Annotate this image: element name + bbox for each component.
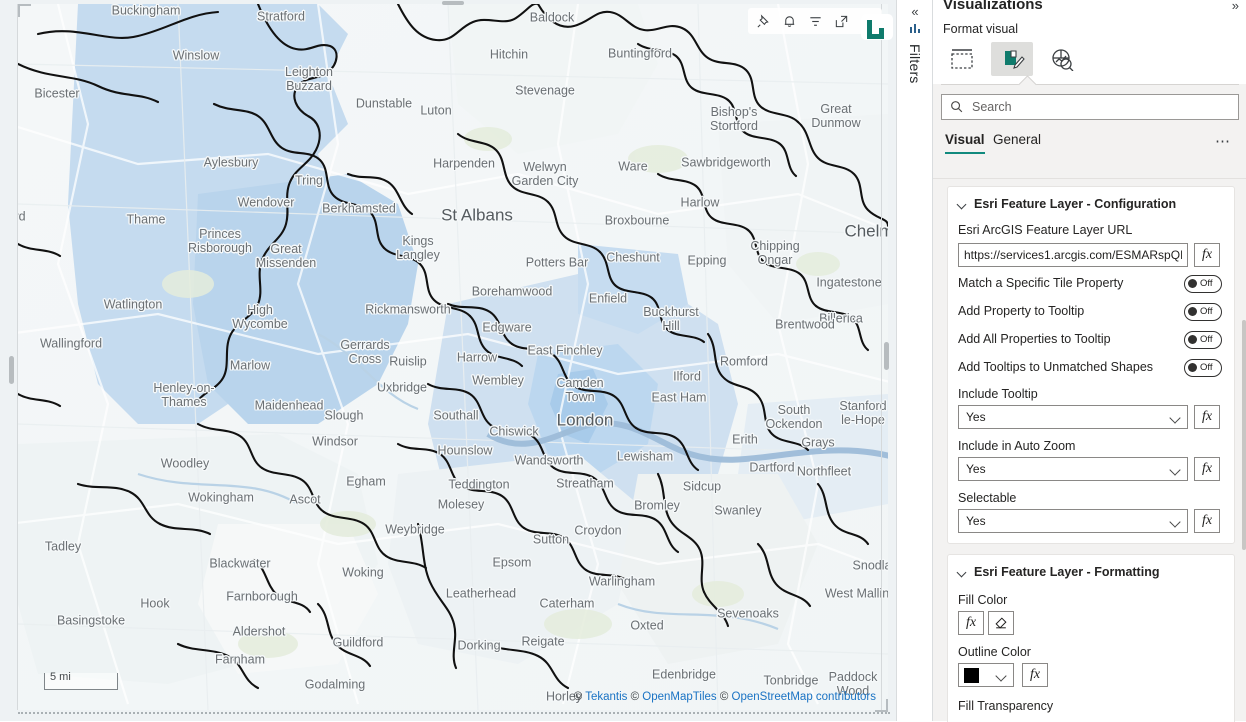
card-esri-configuration-header[interactable]: Esri Feature Layer - Configuration (958, 197, 1176, 211)
label-add-tooltips-to-unmatched-shapes: Add Tooltips to Unmatched Shapes (958, 360, 1153, 374)
analytics-icon[interactable] (1041, 42, 1083, 76)
chevron-down-icon (958, 200, 967, 209)
map-scale-label: 5 mi (50, 671, 71, 683)
map-visual-container[interactable]: BuckinghamStratfordBaldockWinslowHitchin… (0, 0, 896, 721)
toggle-state-label: Off (1200, 360, 1213, 375)
attribution-link-openstreetmap[interactable]: OpenStreetMap contributors (732, 691, 876, 703)
alert-bell-icon[interactable] (776, 8, 802, 34)
include-tooltip-fx-button[interactable]: fx (1194, 405, 1220, 429)
label-include-in-auto-zoom: Include in Auto Zoom (958, 439, 1075, 453)
filter-bars-icon (908, 22, 922, 36)
toggle-add-tooltips-to-unmatched-shapes[interactable]: Off (1184, 359, 1222, 377)
include-in-auto-zoom-fx-button[interactable]: fx (1194, 457, 1220, 481)
select-include-tooltip-value: Yes (966, 410, 986, 424)
fill-color-fx-button[interactable]: fx (958, 611, 984, 635)
filters-pane-label: Filters (907, 44, 923, 84)
map-scale-bar: 5 mi (44, 673, 118, 690)
search-input[interactable] (941, 94, 1239, 120)
chevron-down-icon (1169, 412, 1180, 423)
tab-visual[interactable]: Visual (945, 132, 985, 154)
select-include-tooltip[interactable]: Yes (958, 405, 1188, 429)
label-selectable: Selectable (958, 491, 1016, 505)
visual-focus-outline (18, 712, 890, 714)
select-include-in-auto-zoom[interactable]: Yes (958, 457, 1188, 481)
feature-layer-url-fx-button[interactable]: fx (1194, 243, 1220, 267)
chevron-down-icon (958, 568, 967, 577)
visual-header-toolbar[interactable] (748, 8, 882, 34)
label-fill-color: Fill Color (958, 593, 1007, 607)
outline-color-swatch (964, 668, 979, 683)
map-attribution: © Tekantis © OpenMapTiles © OpenStreetMa… (574, 691, 876, 703)
build-visual-icon[interactable] (941, 42, 983, 76)
select-selectable[interactable]: Yes (958, 509, 1188, 533)
outline-color-fx-button[interactable]: fx (1022, 663, 1048, 687)
feature-layer-url-input[interactable] (958, 243, 1188, 267)
chevron-down-icon (1169, 464, 1180, 475)
toggle-add-property-to-tooltip[interactable]: Off (1184, 303, 1222, 321)
card-esri-configuration-title: Esri Feature Layer - Configuration (974, 197, 1176, 211)
format-pane-tabs[interactable]: Visual General ⋯ (933, 132, 1246, 166)
select-include-in-auto-zoom-value: Yes (966, 462, 986, 476)
toggle-state-label: Off (1200, 304, 1213, 319)
toggle-state-label: Off (1200, 332, 1213, 347)
map-scrollbar-vertical[interactable] (881, 4, 892, 710)
format-search[interactable] (941, 94, 1239, 120)
map-geography-svg (18, 4, 888, 710)
filters-pane-collapsed[interactable]: « Filters (896, 0, 934, 721)
chevron-down-icon (995, 670, 1006, 681)
visualizations-expand-icon[interactable]: » (1232, 0, 1239, 13)
map-scrollbar-top-thumb[interactable] (442, 1, 464, 5)
toggle-knob (1188, 279, 1197, 288)
label-feature-layer-url: Esri ArcGIS Feature Layer URL (958, 223, 1132, 237)
label-match-specific-tile-property: Match a Specific Tile Property (958, 276, 1123, 290)
format-tabs-underline (941, 84, 1239, 85)
visualizations-pane: Visualizations » Format visual (932, 0, 1246, 721)
fill-color-revert-icon[interactable] (988, 611, 1014, 635)
format-pane-divider (933, 178, 1246, 179)
toggle-knob (1188, 363, 1197, 372)
power-bi-report-page: BuckinghamStratfordBaldockWinslowHitchin… (0, 0, 1246, 721)
card-esri-configuration: Esri Feature Layer - Configuration Esri … (947, 186, 1235, 544)
map-scrollbar-left-thumb[interactable] (9, 356, 14, 384)
map-scrollbar-left[interactable] (7, 4, 18, 710)
attribution-link-openmaptiles[interactable]: OpenMapTiles (642, 691, 716, 703)
toggle-knob (1188, 307, 1197, 316)
pin-icon[interactable] (750, 8, 776, 34)
format-visual-icon[interactable] (991, 42, 1033, 76)
format-visual-bar: Format visual (933, 22, 1246, 84)
toggle-add-all-properties-to-tooltip[interactable]: Off (1184, 331, 1222, 349)
format-visual-label: Format visual (943, 22, 1018, 36)
chevron-down-icon (1169, 516, 1180, 527)
toggle-match-specific-tile-property[interactable]: Off (1184, 275, 1222, 293)
selectable-fx-button[interactable]: fx (1194, 509, 1220, 533)
select-selectable-value: Yes (966, 514, 986, 528)
format-pane-scrollbar-thumb[interactable] (1242, 320, 1246, 550)
attribution-link-tekantis[interactable]: Tekantis (585, 691, 627, 703)
toggle-state-label: Off (1200, 276, 1213, 291)
card-esri-formatting-title: Esri Feature Layer - Formatting (974, 565, 1159, 579)
visualizations-header: Visualizations » (933, 0, 1246, 22)
outline-color-picker[interactable] (958, 663, 1014, 687)
format-pane-more-icon[interactable]: ⋯ (1215, 132, 1231, 150)
label-add-all-properties-to-tooltip: Add All Properties to Tooltip (958, 332, 1111, 346)
card-esri-formatting-header[interactable]: Esri Feature Layer - Formatting (958, 565, 1159, 579)
label-fill-transparency: Fill Transparency (958, 699, 1053, 713)
map-scrollbar-top[interactable] (18, 0, 888, 6)
label-add-property-to-tooltip: Add Property to Tooltip (958, 304, 1084, 318)
tab-general[interactable]: General (993, 132, 1041, 152)
filters-collapse-icon[interactable]: « (905, 0, 925, 22)
focus-mode-icon[interactable] (828, 8, 854, 34)
format-tabs[interactable] (941, 42, 1083, 76)
toggle-knob (1188, 335, 1197, 344)
map-scrollbar-vertical-thumb[interactable] (884, 342, 889, 370)
label-include-tooltip: Include Tooltip (958, 387, 1038, 401)
card-esri-formatting: Esri Feature Layer - Formatting Fill Col… (947, 554, 1235, 722)
label-outline-color: Outline Color (958, 645, 1031, 659)
map-canvas[interactable]: BuckinghamStratfordBaldockWinslowHitchin… (18, 4, 888, 710)
filter-icon[interactable] (802, 8, 828, 34)
more-options-icon[interactable] (854, 8, 880, 34)
visualizations-title: Visualizations (943, 0, 1043, 13)
